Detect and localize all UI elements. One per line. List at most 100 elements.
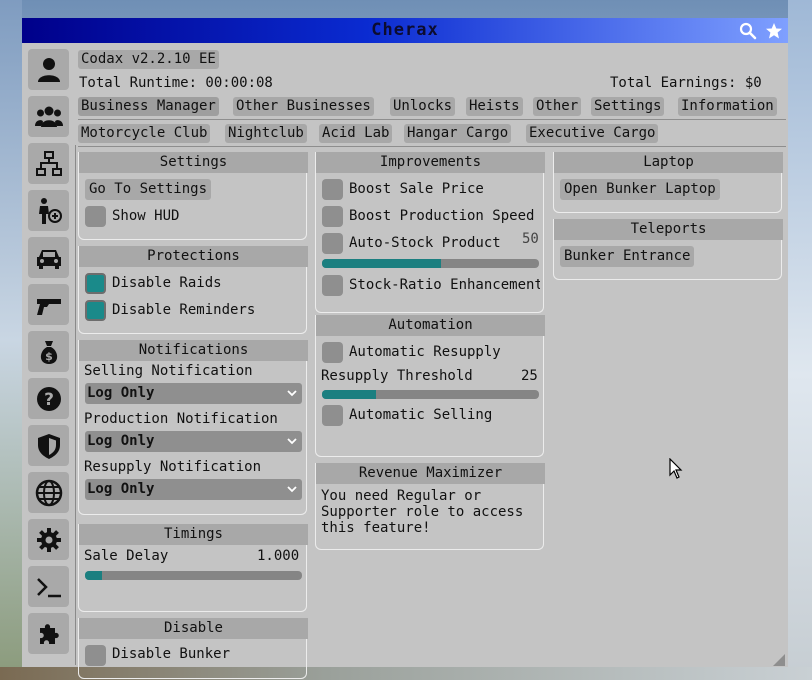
- sale-delay-slider[interactable]: [85, 571, 302, 580]
- cherax-window: Cherax $ ? Codax v2.2.10 EE Total Runtim…: [22, 18, 788, 679]
- car-icon: [36, 249, 61, 269]
- show-hud-label: Show HUD: [112, 208, 180, 224]
- automatic-resupply-checkbox[interactable]: [322, 342, 343, 363]
- revenue-message-line-2: Supporter role to access: [321, 504, 524, 520]
- sidebar-money-button[interactable]: $: [28, 331, 69, 372]
- group-icon: [34, 106, 63, 127]
- open-bunker-laptop-button[interactable]: Open Bunker Laptop: [560, 179, 720, 200]
- sidebar-user-button[interactable]: [28, 49, 69, 90]
- subtab-nightclub[interactable]: Nightclub: [225, 124, 307, 143]
- tab-other[interactable]: Other: [533, 97, 582, 116]
- tab-other-businesses[interactable]: Other Businesses: [233, 97, 374, 116]
- sidebar: $ ?: [22, 43, 78, 667]
- subtabs-divider: [78, 146, 786, 147]
- resupply-notification-value: Log Only: [87, 481, 155, 497]
- mouse-cursor-icon: [669, 458, 683, 479]
- automatic-selling-checkbox[interactable]: [322, 405, 343, 426]
- disable-raids-label: Disable Raids: [112, 275, 222, 291]
- background-left: [0, 0, 22, 680]
- laptop-panel: Laptop Open Bunker Laptop: [553, 152, 783, 213]
- timings-panel-title: Timings: [79, 524, 308, 545]
- star-icon[interactable]: [765, 22, 783, 40]
- subtab-hangar-cargo[interactable]: Hangar Cargo: [404, 124, 512, 143]
- resupply-threshold-slider[interactable]: [322, 390, 539, 399]
- globe-icon: [35, 479, 62, 506]
- sidebar-network-button[interactable]: [28, 143, 69, 184]
- resupply-threshold-value: 25: [521, 368, 538, 384]
- search-icon[interactable]: [739, 22, 757, 40]
- subtab-acid-lab[interactable]: Acid Lab: [319, 124, 393, 143]
- disable-panel: Disable Disable Bunker: [78, 618, 308, 679]
- svg-text:?: ?: [44, 390, 54, 410]
- production-notification-label: Production Notification: [84, 411, 278, 427]
- tabs-divider: [78, 119, 786, 120]
- stock-ratio-label: Stock-Ratio Enhancement: [349, 277, 540, 293]
- terminal-icon: [36, 577, 61, 597]
- sidebar-weapon-button[interactable]: [28, 284, 69, 325]
- disable-reminders-label: Disable Reminders: [112, 302, 256, 318]
- sale-delay-label: Sale Delay: [84, 548, 169, 564]
- sidebar-plugins-button[interactable]: [28, 613, 69, 654]
- sidebar-terminal-button[interactable]: [28, 566, 69, 607]
- stock-ratio-checkbox[interactable]: [322, 275, 343, 296]
- sidebar-shield-button[interactable]: [28, 425, 69, 466]
- resupply-threshold-label: Resupply Threshold: [321, 368, 473, 384]
- auto-stock-checkbox[interactable]: [322, 233, 343, 254]
- disable-raids-checkbox[interactable]: [85, 273, 106, 294]
- boost-production-checkbox[interactable]: [322, 206, 343, 227]
- title-bar[interactable]: Cherax: [22, 18, 788, 43]
- subtab-motorcycle-club[interactable]: Motorcycle Club: [78, 124, 211, 143]
- tab-settings[interactable]: Settings: [591, 97, 665, 116]
- notifications-panel: Notifications Selling Notification Log O…: [78, 340, 308, 515]
- sidebar-person-add-button[interactable]: [28, 190, 69, 231]
- version-label: Codax v2.2.10 EE: [78, 50, 219, 69]
- protections-panel-title: Protections: [79, 246, 308, 267]
- resize-grip-icon[interactable]: [773, 654, 785, 666]
- notifications-panel-title: Notifications: [79, 340, 308, 361]
- selling-notification-value: Log Only: [87, 385, 155, 401]
- subtab-executive-cargo[interactable]: Executive Cargo: [526, 124, 659, 143]
- earnings-label: Total Earnings: $0: [610, 75, 762, 91]
- bunker-entrance-button[interactable]: Bunker Entrance: [560, 246, 695, 267]
- production-notification-select[interactable]: Log Only: [85, 431, 302, 452]
- window-title: Cherax: [371, 20, 439, 40]
- sidebar-globe-button[interactable]: [28, 472, 69, 513]
- tab-information[interactable]: Information: [678, 97, 777, 116]
- sale-delay-slider-fill: [85, 571, 103, 580]
- teleports-panel-title: Teleports: [554, 219, 783, 240]
- gear-icon: [36, 527, 61, 552]
- chevron-down-icon: [287, 390, 297, 397]
- auto-stock-slider[interactable]: [322, 259, 539, 268]
- auto-stock-label: Auto-Stock Product: [349, 235, 501, 251]
- gun-icon: [36, 298, 61, 315]
- timings-panel: Timings Sale Delay 1.000: [78, 524, 308, 612]
- boost-sale-price-checkbox[interactable]: [322, 179, 343, 200]
- sidebar-car-button[interactable]: [28, 237, 69, 278]
- improvements-panel-title: Improvements: [316, 152, 545, 173]
- selling-notification-label: Selling Notification: [84, 363, 253, 379]
- chevron-down-icon: [287, 438, 297, 445]
- disable-bunker-checkbox[interactable]: [85, 645, 106, 666]
- sidebar-group-button[interactable]: [28, 96, 69, 137]
- tab-heists[interactable]: Heists: [466, 97, 523, 116]
- settings-panel: Settings Go To Settings Show HUD: [78, 152, 308, 240]
- automation-panel-title: Automation: [316, 315, 545, 336]
- protections-panel: Protections Disable Raids Disable Remind…: [78, 246, 308, 334]
- sidebar-help-button[interactable]: ?: [28, 378, 69, 419]
- tab-business-manager[interactable]: Business Manager: [78, 97, 219, 116]
- auto-stock-value: 50: [522, 231, 539, 247]
- tab-unlocks[interactable]: Unlocks: [390, 97, 456, 116]
- resupply-notification-select[interactable]: Log Only: [85, 479, 302, 500]
- sidebar-divider: [75, 145, 76, 665]
- resupply-notification-label: Resupply Notification: [84, 459, 262, 475]
- go-to-settings-button[interactable]: Go To Settings: [85, 179, 212, 200]
- sidebar-settings-button[interactable]: [28, 519, 69, 560]
- improvements-panel: Improvements Boost Sale Price Boost Prod…: [315, 152, 545, 313]
- disable-reminders-checkbox[interactable]: [85, 300, 106, 321]
- disable-bunker-label: Disable Bunker: [112, 646, 231, 662]
- laptop-panel-title: Laptop: [554, 152, 783, 173]
- selling-notification-select[interactable]: Log Only: [85, 383, 302, 404]
- production-notification-value: Log Only: [87, 433, 155, 449]
- show-hud-checkbox[interactable]: [85, 206, 106, 227]
- sale-delay-value: 1.000: [257, 548, 300, 564]
